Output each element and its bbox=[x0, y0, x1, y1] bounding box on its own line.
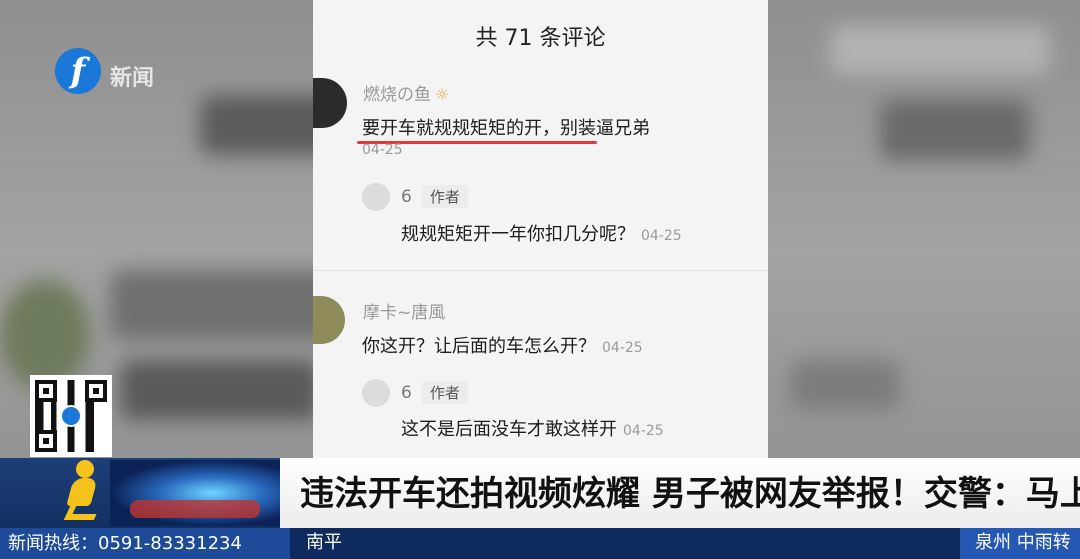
runner-mascot-icon bbox=[62, 460, 106, 522]
reply-username-text: 6 bbox=[401, 187, 412, 207]
author-badge: 作者 bbox=[421, 381, 468, 404]
divider bbox=[313, 270, 768, 271]
qr-code[interactable] bbox=[30, 375, 112, 457]
reply-date: 04-25 bbox=[623, 423, 664, 439]
qr-finder bbox=[85, 380, 107, 402]
qr-pattern bbox=[35, 380, 107, 452]
comment-username[interactable]: 燃烧の鱼 ☼ bbox=[363, 80, 449, 105]
runner-leg bbox=[63, 502, 103, 520]
blurred-shape bbox=[880, 100, 1030, 160]
qr-finder bbox=[35, 380, 57, 402]
reply-text: 这不是后面没车才敢这样开 bbox=[401, 419, 617, 440]
reply-username-text: 6 bbox=[401, 383, 412, 403]
reply-text-row: 这不是后面没车才敢这样开 04-25 bbox=[401, 415, 664, 441]
comment-username[interactable]: 摩卡~唐風 bbox=[363, 298, 445, 323]
reply-text: 规规矩矩开一年你扣几分呢？ bbox=[401, 224, 635, 245]
channel-logo-label: 新闻 bbox=[110, 66, 155, 91]
comment-username-text: 燃烧の鱼 bbox=[363, 85, 431, 105]
comment-text: 要开车就规规矩矩的开，别装逼兄弟 bbox=[362, 118, 650, 139]
qr-logo-icon bbox=[60, 405, 82, 427]
comment-text-row: 你这开？让后面的车怎么开？ 04-25 bbox=[362, 332, 643, 358]
comment-date: 04-25 bbox=[362, 142, 403, 158]
avatar[interactable] bbox=[362, 379, 390, 407]
news-hotline: 新闻热线：0591-83331234 bbox=[0, 528, 290, 559]
sun-icon: ☼ bbox=[435, 85, 450, 104]
channel-logo: f bbox=[55, 48, 107, 94]
blurred-shape bbox=[830, 25, 1050, 75]
comments-count-title: 共 71 条评论 bbox=[475, 26, 606, 51]
reply-date: 04-25 bbox=[641, 228, 682, 244]
reply-username[interactable]: 6 作者 bbox=[401, 185, 468, 208]
reply-text-row: 规规矩矩开一年你扣几分呢？ 04-25 bbox=[401, 220, 682, 246]
qr-finder bbox=[35, 430, 57, 452]
news-headline: 违法开车还拍视频炫耀 男子被网友举报！交警：马上查 bbox=[300, 474, 1080, 514]
blurred-shape bbox=[0, 280, 90, 390]
runner-head bbox=[76, 460, 94, 478]
ticker-weather-text: 泉州 中雨转 bbox=[975, 532, 1071, 553]
avatar[interactable] bbox=[313, 296, 345, 344]
lower-third-graphic bbox=[110, 460, 280, 526]
channel-logo-icon: f bbox=[55, 48, 101, 94]
author-badge: 作者 bbox=[421, 185, 468, 208]
comments-panel: 共 71 条评论 燃烧の鱼 ☼ 要开车就规规矩矩的开，别装逼兄弟 04-25 6作… bbox=[313, 0, 768, 460]
avatar[interactable] bbox=[313, 78, 347, 128]
comment-date: 04-25 bbox=[602, 340, 643, 356]
ticker-text: 南平 bbox=[306, 532, 342, 553]
blurred-shape bbox=[120, 360, 320, 420]
reply-username[interactable]: 6 作者 bbox=[401, 381, 468, 404]
comment-text: 你这开？让后面的车怎么开？ bbox=[362, 336, 596, 357]
blurred-shape bbox=[790, 360, 900, 410]
avatar[interactable] bbox=[362, 183, 390, 211]
